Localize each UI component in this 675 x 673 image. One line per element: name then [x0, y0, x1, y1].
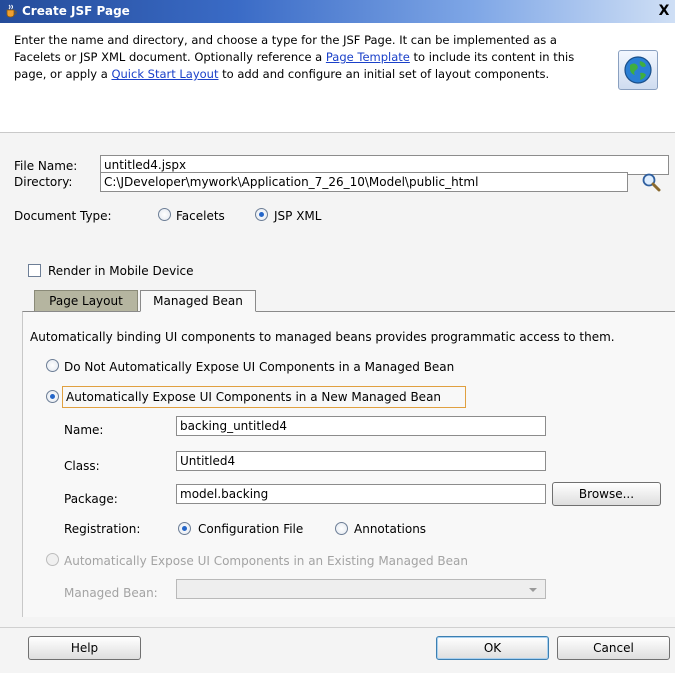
- document-type-label: Document Type:: [14, 209, 112, 223]
- browse-button[interactable]: Browse...: [552, 482, 661, 506]
- expose-new-bean-radio[interactable]: [46, 390, 59, 403]
- do-not-expose-radio[interactable]: [46, 359, 59, 372]
- configuration-file-radio[interactable]: [178, 522, 191, 535]
- quick-start-layout-link[interactable]: Quick Start Layout: [111, 67, 218, 81]
- globe-icon: [618, 50, 658, 90]
- do-not-expose-label: Do Not Automatically Expose UI Component…: [64, 360, 455, 374]
- managed-bean-intro: Automatically binding UI components to m…: [30, 330, 615, 344]
- facelets-label: Facelets: [176, 209, 225, 223]
- expose-new-bean-label: Automatically Expose UI Components in a …: [66, 390, 442, 404]
- java-cup-icon: [6, 4, 17, 18]
- render-mobile-checkbox[interactable]: [28, 264, 41, 277]
- jsp-xml-radio[interactable]: [255, 208, 268, 221]
- facelets-radio[interactable]: [158, 208, 171, 221]
- bean-package-label: Package:: [64, 492, 118, 506]
- file-name-label: File Name:: [14, 159, 78, 173]
- annotations-radio[interactable]: [335, 522, 348, 535]
- help-button[interactable]: Help: [28, 636, 141, 660]
- directory-field[interactable]: C:\JDeveloper\mywork\Application_7_26_10…: [100, 172, 628, 192]
- button-bar-separator: [0, 627, 675, 628]
- configuration-file-label: Configuration File: [198, 522, 304, 536]
- close-button[interactable]: X: [655, 2, 673, 20]
- chevron-down-icon: [529, 588, 537, 592]
- expose-existing-bean-radio[interactable]: [46, 553, 59, 566]
- registration-label: Registration:: [64, 522, 141, 536]
- bean-package-field[interactable]: model.backing: [176, 484, 546, 504]
- window-title: Create JSF Page: [22, 4, 130, 18]
- directory-label: Directory:: [14, 175, 73, 189]
- page-template-link[interactable]: Page Template: [326, 50, 410, 64]
- bean-class-label: Class:: [64, 459, 100, 473]
- managed-bean-select-label: Managed Bean:: [64, 586, 158, 600]
- header-description: Enter the name and directory, and choose…: [14, 32, 604, 83]
- close-icon: X: [658, 3, 670, 19]
- description-text-3: to add and configure an initial set of l…: [218, 67, 550, 81]
- dialog-header: Enter the name and directory, and choose…: [0, 23, 675, 133]
- annotations-label: Annotations: [354, 522, 427, 536]
- expose-existing-bean-label: Automatically Expose UI Components in an…: [64, 554, 468, 568]
- bean-name-label: Name:: [64, 423, 104, 437]
- cancel-button[interactable]: Cancel: [557, 636, 670, 660]
- managed-bean-select[interactable]: [176, 579, 546, 599]
- tab-page-layout[interactable]: Page Layout: [34, 290, 138, 312]
- title-bar: Create JSF Page X: [0, 0, 675, 23]
- search-icon[interactable]: [640, 172, 662, 192]
- jsp-xml-label: JSP XML: [274, 209, 322, 223]
- render-mobile-label: Render in Mobile Device: [48, 264, 194, 278]
- bean-name-field[interactable]: backing_untitled4: [176, 416, 546, 436]
- ok-button[interactable]: OK: [436, 636, 549, 660]
- tab-managed-bean[interactable]: Managed Bean: [140, 290, 256, 312]
- bean-class-field[interactable]: Untitled4: [176, 451, 546, 471]
